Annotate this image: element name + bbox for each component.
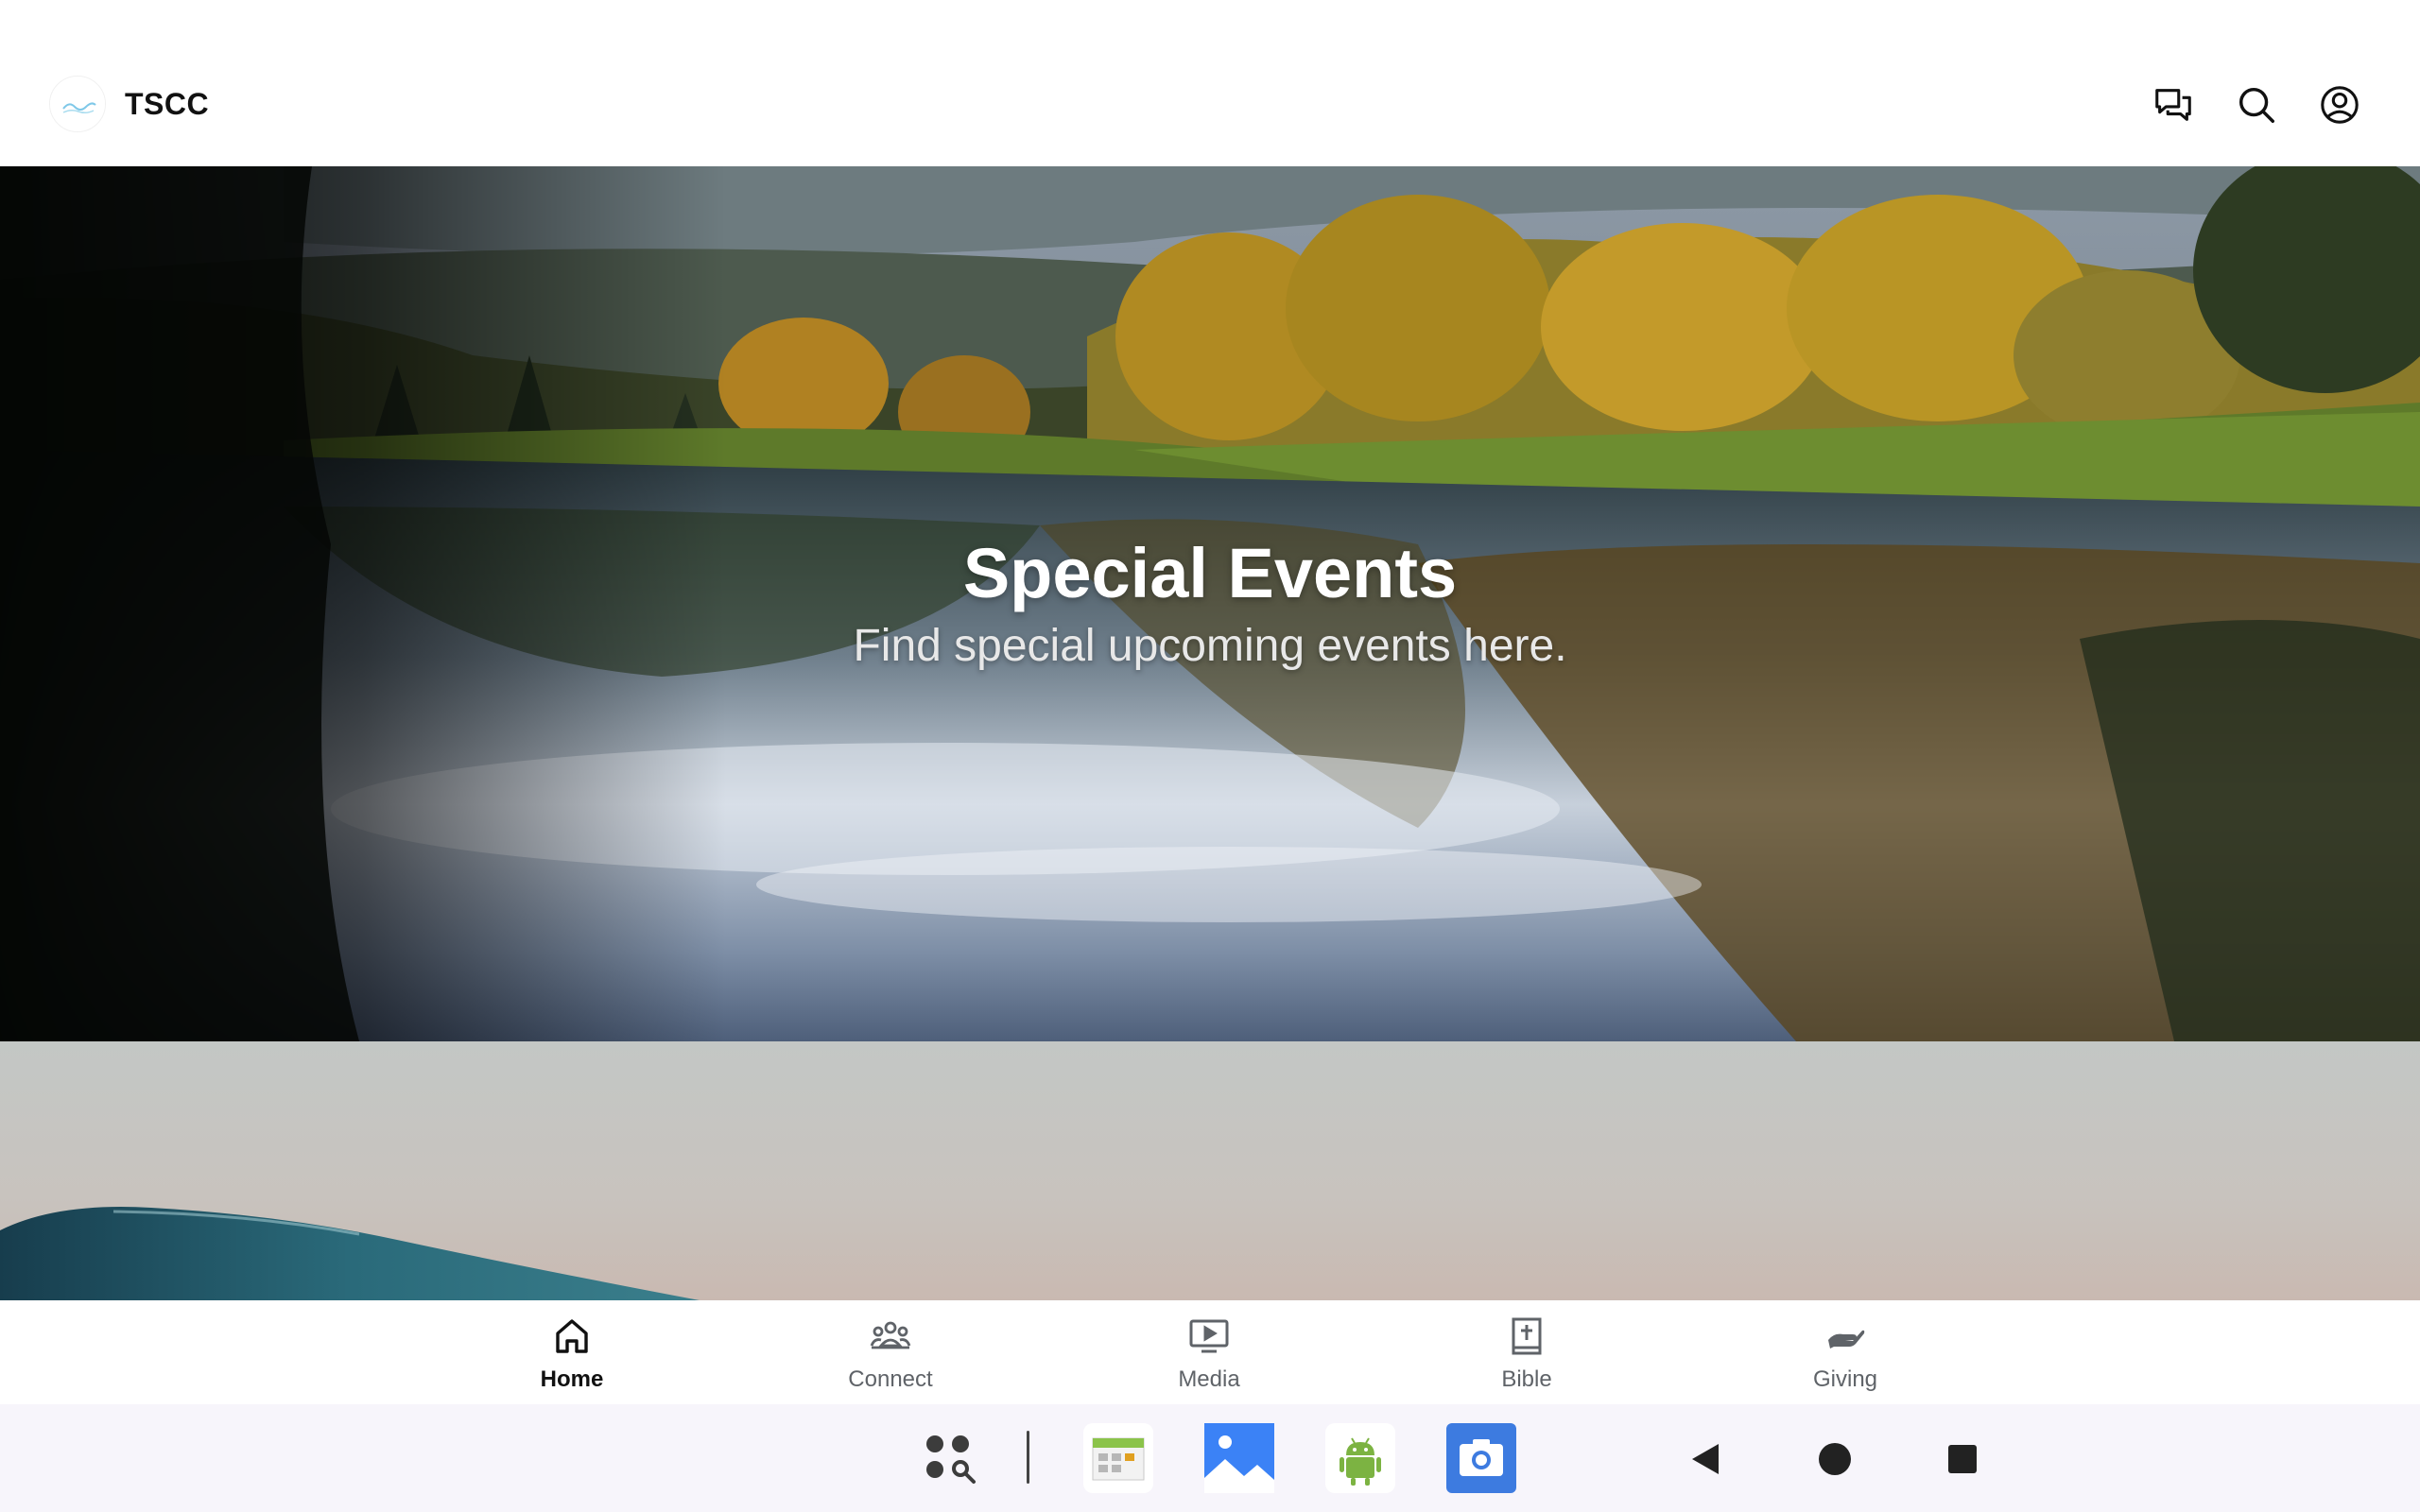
nav-home[interactable]: Home — [468, 1300, 676, 1404]
nav-connect-label: Connect — [848, 1366, 933, 1392]
play-screen-icon — [1188, 1315, 1230, 1357]
home-icon — [551, 1315, 593, 1357]
next-banner-card[interactable] — [0, 1041, 2420, 1300]
account-icon[interactable] — [2316, 81, 2363, 129]
gallery-app-icon[interactable] — [1204, 1423, 1274, 1493]
taskbar-divider — [1027, 1431, 1029, 1484]
camera-app-icon[interactable] — [1446, 1423, 1516, 1493]
ocean-wave-image — [0, 1041, 2420, 1300]
nav-bible-label: Bible — [1501, 1366, 1552, 1392]
bible-icon — [1506, 1315, 1547, 1357]
nav-media-label: Media — [1178, 1366, 1240, 1392]
giving-hand-icon — [1824, 1315, 1866, 1357]
nav-connect[interactable]: Connect — [786, 1300, 994, 1404]
app-search-icon[interactable] — [923, 1431, 979, 1487]
app-bar: TSCC — [0, 0, 2420, 166]
home-circle-icon[interactable] — [1817, 1441, 1853, 1477]
android-app-icon[interactable] — [1325, 1423, 1395, 1493]
back-icon[interactable] — [1686, 1440, 1724, 1478]
nav-giving-label: Giving — [1812, 1366, 1878, 1392]
search-icon[interactable] — [2233, 81, 2280, 129]
special-events-banner[interactable]: Special Events Find special upcoming eve… — [0, 166, 2420, 1041]
nav-home-label: Home — [540, 1366, 604, 1392]
nav-bible[interactable]: Bible — [1423, 1300, 1631, 1404]
hero-title: Special Events — [962, 534, 1458, 612]
people-icon — [870, 1315, 911, 1357]
bottom-navigation: Home Connect Media Bible Giving — [0, 1300, 2420, 1404]
chat-icon[interactable] — [2150, 81, 2197, 129]
church-logo[interactable] — [49, 76, 106, 132]
recents-icon[interactable] — [1947, 1444, 1978, 1474]
calendar-app-icon[interactable] — [1083, 1423, 1153, 1493]
nav-giving[interactable]: Giving — [1741, 1300, 1949, 1404]
app-title: TSCC — [125, 87, 210, 121]
nav-media[interactable]: Media — [1105, 1300, 1313, 1404]
hero-subtitle: Find special upcoming events here. — [853, 621, 1567, 671]
